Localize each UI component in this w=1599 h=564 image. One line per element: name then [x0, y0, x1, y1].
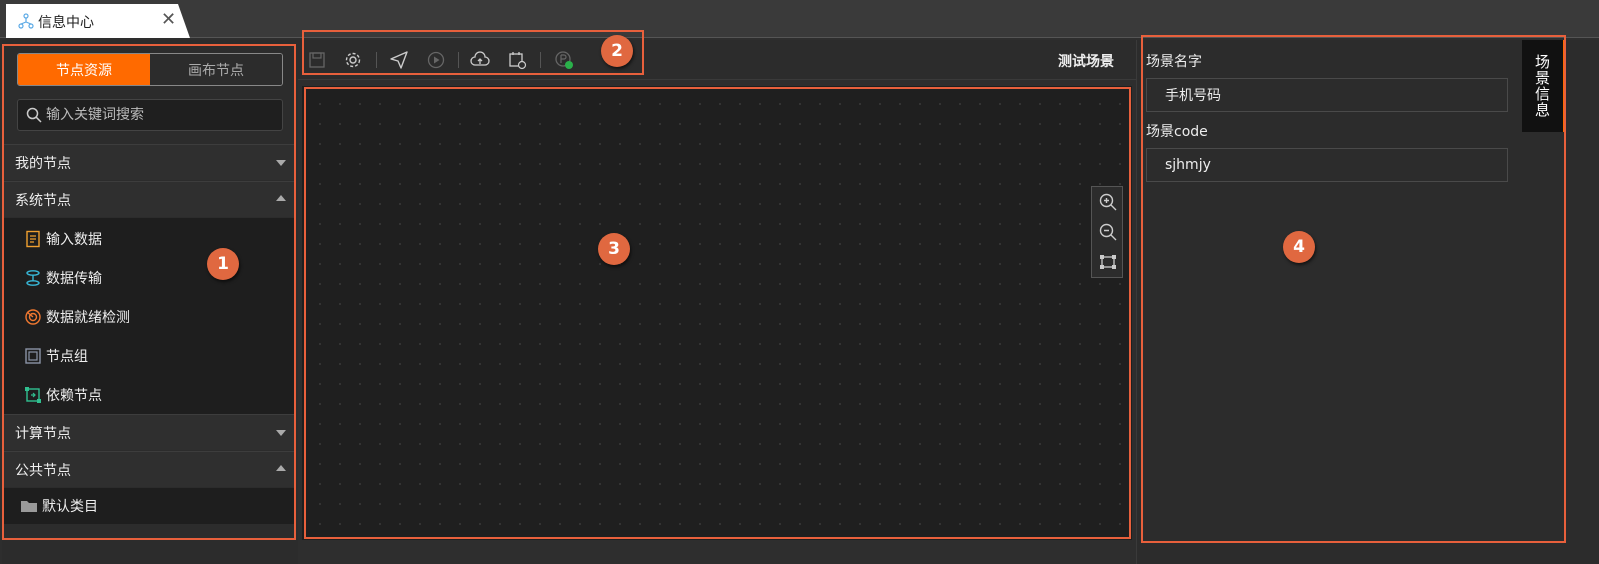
chevron-down-icon [276, 430, 286, 436]
node-source-switch: 节点资源 画布节点 [17, 53, 283, 86]
group-label: 计算节点 [15, 425, 71, 442]
gear-icon[interactable] [343, 50, 363, 70]
document-icon [26, 230, 40, 248]
node-label: 节点组 [46, 349, 88, 365]
folder-icon [21, 501, 37, 512]
tab-canvas-nodes[interactable]: 画布节点 [150, 54, 282, 85]
scene-code-label: 场景code [1146, 124, 1208, 140]
transfer-icon [26, 270, 40, 286]
toolbar-divider [540, 52, 541, 68]
toolbar-divider [376, 52, 377, 68]
close-icon[interactable]: ✕ [161, 10, 176, 30]
annotation-badge-3: 3 [598, 233, 630, 265]
zoom-in-icon[interactable] [1098, 192, 1118, 212]
cloud-upload-icon[interactable] [470, 50, 490, 70]
chevron-up-icon [276, 465, 286, 471]
tab-scene-info[interactable]: 场景信息 [1522, 40, 1566, 132]
node-label: 依赖节点 [46, 388, 102, 404]
group-my-nodes[interactable]: 我的节点 [2, 144, 294, 180]
workflow-canvas[interactable] [302, 86, 1132, 540]
node-search [17, 99, 283, 131]
tab-info-center[interactable]: 信息中心 ✕ [6, 4, 190, 38]
save-icon[interactable] [307, 50, 327, 70]
node-input-data[interactable]: 输入数据 [24, 228, 102, 250]
publish-check-icon[interactable] [554, 50, 574, 70]
node-node-group[interactable]: 节点组 [24, 345, 88, 367]
search-icon [26, 107, 42, 123]
scene-name-field[interactable]: 手机号码 [1146, 78, 1508, 112]
canvas-toolbar: 测试场景 [298, 40, 1136, 80]
schedule-icon[interactable] [507, 50, 527, 70]
annotation-badge-2: 2 [601, 35, 633, 67]
public-node-list: 默认类目 [2, 488, 294, 524]
annotation-badge-4: 4 [1283, 231, 1315, 263]
radar-icon [25, 309, 41, 325]
zoom-controls [1091, 186, 1123, 278]
tab-title: 信息中心 [38, 15, 94, 31]
system-node-list: 输入数据 数据传输 数据就绪检测 节点组 依赖节点 [2, 218, 294, 414]
group-public-nodes[interactable]: 公共节点 [2, 451, 294, 487]
search-input[interactable] [46, 100, 276, 130]
group-label: 系统节点 [15, 192, 71, 209]
fit-view-icon[interactable] [1098, 252, 1118, 272]
node-dependency[interactable]: 依赖节点 [24, 384, 102, 406]
group-label: 公共节点 [15, 462, 71, 479]
group-system-nodes[interactable]: 系统节点 [2, 181, 294, 217]
send-icon[interactable] [389, 50, 409, 70]
group-label: 我的节点 [15, 155, 71, 172]
scene-code-field[interactable]: sjhmjy [1146, 148, 1508, 182]
scene-title: 测试场景 [1058, 54, 1114, 70]
category-label: 默认类目 [42, 499, 98, 515]
annotation-badge-1: 1 [207, 248, 239, 280]
tab-bar: 信息中心 ✕ [0, 0, 1599, 38]
node-label: 数据传输 [46, 271, 102, 287]
node-group-icon [25, 348, 41, 364]
toolbar-divider [458, 52, 459, 68]
group-compute-nodes[interactable]: 计算节点 [2, 414, 294, 450]
node-data-ready-check[interactable]: 数据就绪检测 [24, 306, 130, 328]
zoom-out-icon[interactable] [1098, 222, 1118, 242]
node-label: 数据就绪检测 [46, 310, 130, 326]
scene-name-label: 场景名字 [1146, 54, 1202, 70]
node-label: 输入数据 [46, 232, 102, 248]
node-data-transfer[interactable]: 数据传输 [24, 267, 102, 289]
dependency-icon [25, 387, 41, 403]
category-default[interactable]: 默认类目 [20, 495, 98, 517]
chevron-down-icon [276, 160, 286, 166]
chevron-up-icon [276, 195, 286, 201]
network-icon [18, 13, 34, 29]
play-icon[interactable] [426, 50, 446, 70]
side-tab-label: 场景信息 [1533, 54, 1551, 118]
tab-node-resources[interactable]: 节点资源 [18, 54, 150, 85]
